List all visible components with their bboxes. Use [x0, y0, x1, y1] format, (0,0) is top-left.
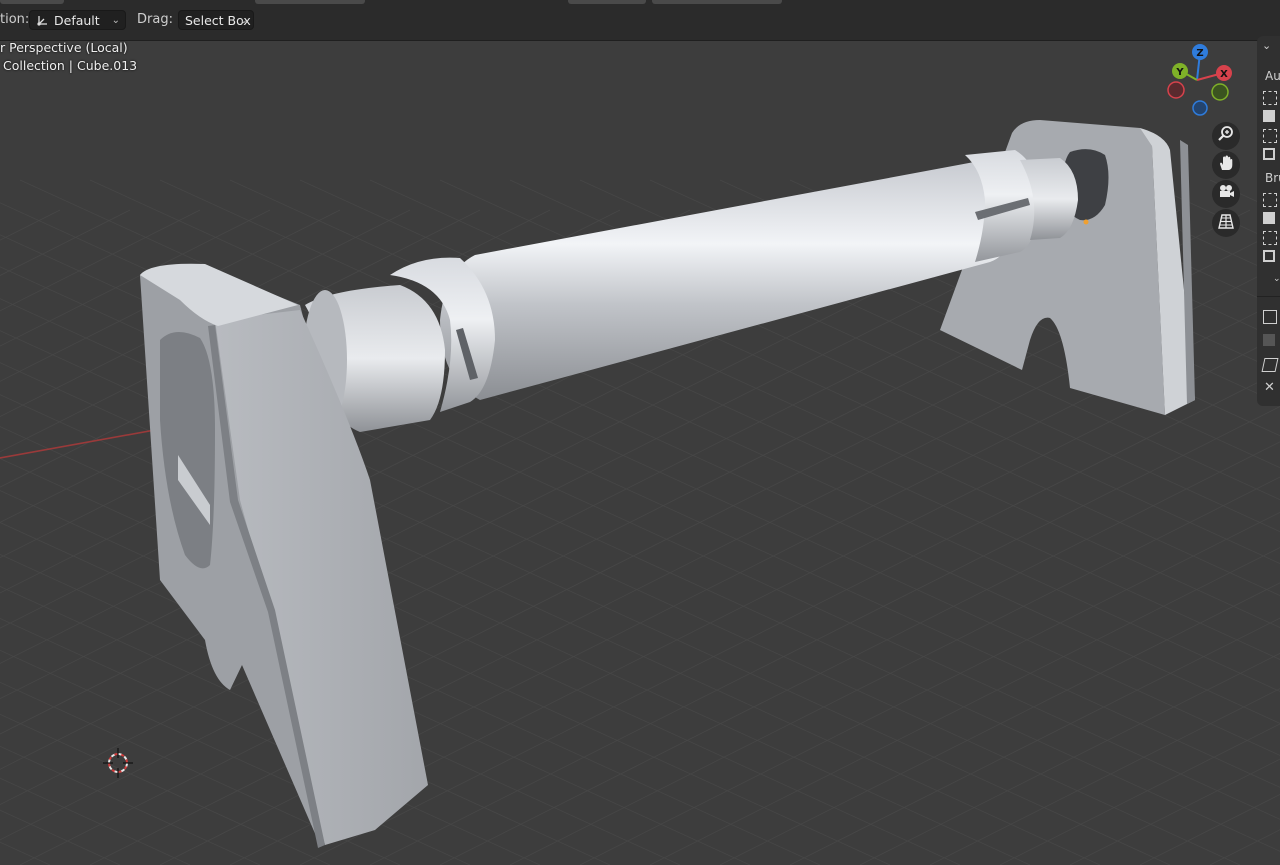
- drag-label: Drag:: [137, 12, 173, 27]
- transform-orientation-icon: [36, 13, 50, 27]
- close-icon[interactable]: ✕: [1264, 380, 1275, 395]
- drag-dropdown[interactable]: Select Box ⌄: [178, 10, 254, 30]
- panel-section-label: Au: [1265, 69, 1280, 83]
- zoom-button[interactable]: [1212, 122, 1240, 150]
- gizmo-z[interactable]: Z: [1192, 44, 1208, 60]
- hand-pan-icon: [1217, 154, 1235, 176]
- svg-text:Y: Y: [1175, 67, 1184, 78]
- camera-view-button[interactable]: [1212, 180, 1240, 208]
- brush-subtract-icon[interactable]: [1263, 231, 1277, 245]
- gizmo-x[interactable]: X: [1216, 65, 1232, 81]
- header-top-tab: [568, 0, 646, 4]
- perspective-grid-icon[interactable]: [1261, 358, 1279, 372]
- header-top-tab: [255, 0, 365, 4]
- chevron-down-icon[interactable]: ⌄: [1273, 274, 1280, 284]
- toggle-ortho-button[interactable]: [1212, 209, 1240, 237]
- sidebar-panel[interactable]: ⌄ Au Bru ⌄ ✕: [1257, 36, 1280, 406]
- 3d-cursor-icon[interactable]: [103, 748, 133, 778]
- orientation-dropdown[interactable]: Default ⌄: [29, 10, 126, 30]
- brush-select-icon[interactable]: [1263, 193, 1277, 207]
- gizmo-y[interactable]: Y: [1172, 63, 1188, 79]
- grid-line: [0, 809, 121, 865]
- object-path-label: Collection | Cube.013: [3, 58, 138, 73]
- select-box-icon[interactable]: [1263, 91, 1277, 105]
- navigation-gizmo[interactable]: Z Y X: [1167, 44, 1232, 116]
- chevron-down-icon: ⌄: [111, 15, 120, 26]
- select-subtract-icon[interactable]: [1263, 129, 1277, 143]
- gizmo-neg-x: [1167, 81, 1185, 99]
- grid-line: [0, 209, 61, 241]
- gizmo-neg-y: [1211, 83, 1229, 101]
- header-top-tab: [652, 0, 782, 4]
- viewport-header: tion: Default ⌄ Drag: Select Box ⌄: [0, 0, 1280, 41]
- 3d-viewport[interactable]: Z Y X: [0, 0, 1280, 865]
- orientation-value: Default: [54, 13, 100, 28]
- view-name-label: r Perspective (Local): [0, 40, 128, 55]
- svg-text:X: X: [1220, 69, 1228, 80]
- pan-button[interactable]: [1212, 151, 1240, 179]
- grid-option-icon[interactable]: [1263, 310, 1277, 324]
- panel-section-label: Bru: [1265, 171, 1280, 185]
- option-checkbox[interactable]: [1263, 334, 1275, 346]
- chevron-down-icon: ⌄: [239, 15, 248, 26]
- header-top-tab: [0, 0, 64, 4]
- object-origin-dot: [1083, 219, 1089, 225]
- brush-intersect-icon[interactable]: [1263, 250, 1275, 262]
- collapse-chevron-icon[interactable]: ⌄: [1262, 39, 1271, 52]
- orientation-label: tion:: [0, 12, 30, 27]
- zoom-icon: [1217, 125, 1235, 147]
- grid-line: [0, 841, 51, 865]
- select-intersect-icon[interactable]: [1263, 148, 1275, 160]
- grid-ortho-icon: [1217, 212, 1235, 234]
- svg-text:Z: Z: [1196, 48, 1203, 59]
- brush-extend-icon[interactable]: [1263, 212, 1275, 224]
- select-extend-icon[interactable]: [1263, 110, 1275, 122]
- gizmo-neg-z: [1192, 100, 1208, 116]
- panel-divider: [1257, 296, 1280, 297]
- camera-icon: [1217, 183, 1235, 205]
